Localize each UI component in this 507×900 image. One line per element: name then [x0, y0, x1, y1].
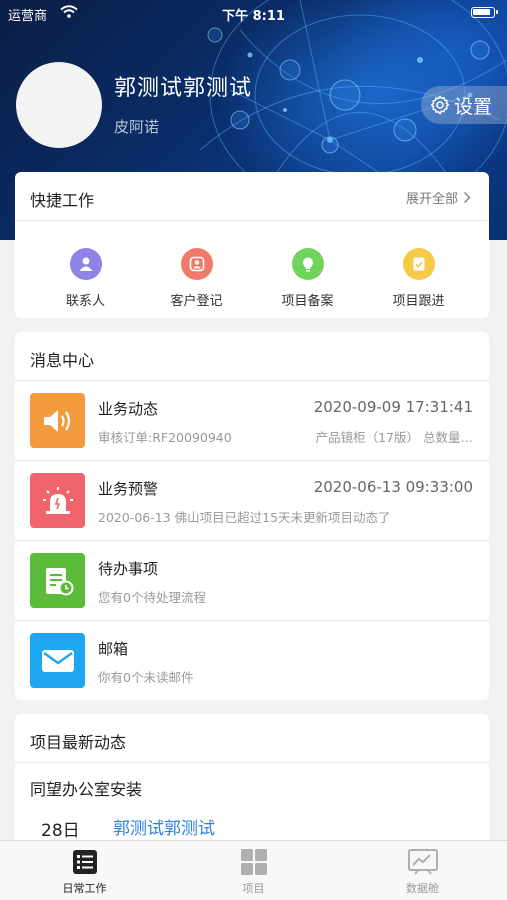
gear-icon: [430, 95, 450, 115]
quick-item-label: 联系人: [65, 294, 105, 309]
battery-icon: [471, 7, 498, 18]
daily-work-icon: [72, 850, 97, 874]
message-item-business-alert[interactable]: 业务预警 2020-06-13 09:33:00 2020-06-13 佛山项目…: [15, 460, 489, 540]
speaker-icon: [30, 393, 85, 448]
message-item-mailbox[interactable]: 邮箱 你有0个未读邮件: [15, 620, 489, 700]
message-item-todo[interactable]: 待办事项 您有0个待处理流程: [15, 540, 489, 620]
tab-label: 数据舱: [406, 882, 439, 895]
customer-register-icon: [180, 248, 213, 280]
bottom-tab-bar: 日常工作 项目 数据舱: [0, 840, 507, 900]
user-name: 郭测试郭测试: [114, 76, 253, 101]
tab-label: 项目: [242, 882, 265, 895]
message-center-title: 消息中心: [30, 351, 95, 370]
message-center-card: 消息中心 业务动态 2020-09-09 17:31:41 审核订单:RF200…: [15, 332, 489, 700]
project-name[interactable]: 同望办公室安装: [30, 776, 142, 800]
message-subtitle: 您有0个待处理流程: [98, 590, 206, 605]
project-updates-card: 项目最新动态 同望办公室安装 28日 郭测试郭测试: [15, 714, 489, 854]
divider: [15, 220, 489, 221]
quick-item-customer-register[interactable]: 客户登记: [141, 248, 252, 309]
message-subtitle: 你有0个未读邮件: [98, 670, 194, 685]
tab-data-center[interactable]: 数据舱: [338, 841, 507, 900]
alarm-icon: [30, 473, 85, 528]
project-record-icon: [291, 248, 324, 280]
message-title: 业务预警: [98, 480, 159, 498]
project-updates-title: 项目最新动态: [30, 733, 127, 752]
quick-item-label: 项目跟进: [392, 294, 445, 309]
todo-icon: [30, 553, 85, 608]
quick-work-items: 联系人 客户登记 项目备案 项目跟进: [30, 248, 474, 309]
user-company: 皮阿诺: [114, 118, 160, 136]
divider: [15, 762, 489, 763]
project-grid-icon: [240, 849, 267, 875]
tab-label: 日常工作: [62, 882, 107, 895]
message-title: 业务动态: [98, 400, 159, 418]
tab-project[interactable]: 项目: [169, 841, 338, 900]
chevron-right-icon: [463, 191, 471, 204]
message-item-business-news[interactable]: 业务动态 2020-09-09 17:31:41 审核订单:RF20090940…: [15, 380, 489, 460]
message-time: 2020-06-13 09:33:00: [313, 478, 473, 496]
message-subtitle: 2020-06-13 佛山项目已超过15天未更新项目动态了: [98, 510, 391, 525]
message-title: 邮箱: [98, 640, 129, 658]
quick-item-project-follow[interactable]: 项目跟进: [363, 248, 474, 309]
status-time: 下午 8:11: [222, 9, 285, 24]
quick-item-project-record[interactable]: 项目备案: [252, 248, 363, 309]
message-subtitle: 审核订单:RF20090940: [98, 430, 232, 445]
status-bar: 运营商 下午 8:11: [0, 0, 507, 26]
message-subtitle-detail: 产品镜柜（17版） 总数量…: [315, 430, 473, 445]
data-chart-icon: [407, 849, 438, 875]
message-time: 2020-09-09 17:31:41: [313, 398, 473, 416]
quick-work-card: 快捷工作 展开全部 联系人 客户登记 项目备案 项目跟进: [15, 172, 489, 318]
project-follow-icon: [402, 248, 435, 280]
update-person-link[interactable]: 郭测试郭测试: [113, 814, 215, 839]
expand-all-label: 展开全部: [405, 192, 458, 207]
quick-item-label: 客户登记: [170, 294, 223, 309]
quick-item-label: 项目备案: [281, 294, 334, 309]
avatar[interactable]: [16, 62, 102, 148]
mail-icon: [30, 633, 85, 688]
expand-all-link[interactable]: 展开全部: [406, 188, 471, 207]
quick-item-contacts[interactable]: 联系人: [30, 248, 141, 309]
settings-button[interactable]: 设置: [421, 86, 507, 124]
contact-icon: [69, 248, 102, 280]
message-title: 待办事项: [98, 560, 159, 578]
settings-label: 设置: [454, 95, 493, 118]
quick-work-title: 快捷工作: [30, 191, 95, 210]
tab-daily-work[interactable]: 日常工作: [0, 841, 169, 900]
update-day: 28日: [41, 821, 80, 841]
